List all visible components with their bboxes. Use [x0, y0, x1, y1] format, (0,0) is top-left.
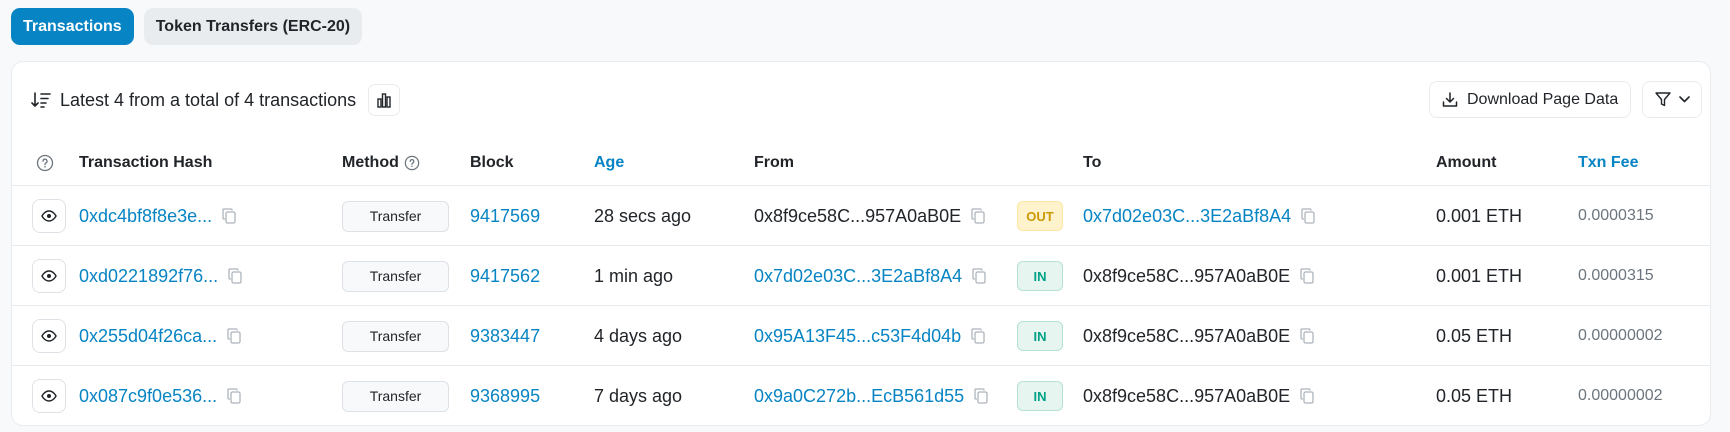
table-header: Transaction Hash Method Block Age From T… — [12, 140, 1710, 186]
block-link[interactable]: 9368995 — [470, 386, 540, 407]
from-address[interactable]: 0x95A13F45...c53F4d04b — [754, 326, 961, 347]
from-address: 0x8f9ce58C...957A0aB0E — [754, 205, 962, 226]
table-row: 0xdc4bf8f8e3e... Transfer 9417569 28 sec… — [12, 186, 1710, 246]
eye-icon — [41, 330, 57, 342]
view-details-button[interactable] — [32, 319, 66, 353]
column-age[interactable]: Age — [594, 140, 624, 186]
filter-dropdown-button[interactable] — [1642, 81, 1702, 118]
copy-icon[interactable] — [1300, 388, 1314, 404]
method-badge: Transfer — [342, 320, 449, 352]
summary-text: Latest 4 from a total of 4 transactions — [60, 89, 357, 110]
column-block: Block — [470, 154, 514, 171]
column-method: Method — [342, 140, 420, 186]
transactions-card: Latest 4 from a total of 4 transactions … — [11, 61, 1711, 426]
column-from: From — [754, 154, 794, 171]
age-text: 4 days ago — [594, 325, 683, 346]
copy-icon[interactable] — [1300, 328, 1314, 344]
filter-icon — [1654, 92, 1671, 107]
to-address: 0x8f9ce58C...957A0aB0E — [1083, 385, 1291, 406]
to-address: 0x8f9ce58C...957A0aB0E — [1083, 325, 1291, 346]
age-text: 7 days ago — [594, 385, 683, 406]
tab-bar: Transactions Token Transfers (ERC-20) — [11, 8, 363, 45]
copy-icon[interactable] — [227, 328, 241, 344]
direction-badge: OUT — [1017, 201, 1063, 231]
column-to: To — [1083, 154, 1102, 171]
method-badge: Transfer — [342, 260, 449, 292]
column-transaction-hash: Transaction Hash — [79, 154, 213, 171]
download-label: Download Page Data — [1467, 90, 1619, 108]
transaction-hash-link[interactable]: 0x087c9f0e536... — [79, 386, 217, 407]
method-badge: Transfer — [342, 380, 449, 412]
direction-badge: IN — [1017, 261, 1063, 291]
table-row: 0x255d04f26ca... Transfer 9383447 4 days… — [12, 306, 1710, 366]
copy-icon[interactable] — [974, 388, 988, 404]
method-badge: Transfer — [342, 200, 449, 232]
txn-fee-text: 0.0000315 — [1578, 207, 1654, 224]
copy-icon[interactable] — [972, 268, 986, 284]
block-link[interactable]: 9417562 — [470, 266, 540, 287]
table-row: 0x087c9f0e536... Transfer 9368995 7 days… — [12, 366, 1710, 426]
block-link[interactable]: 9417569 — [470, 206, 540, 227]
block-link[interactable]: 9383447 — [470, 326, 540, 347]
eye-icon — [41, 270, 57, 282]
chart-button[interactable] — [368, 84, 401, 116]
age-text: 1 min ago — [594, 265, 674, 286]
txn-fee-text: 0.00000002 — [1578, 327, 1663, 344]
copy-icon[interactable] — [971, 328, 985, 344]
copy-icon[interactable] — [971, 208, 985, 224]
table-row: 0xd0221892f76... Transfer 9417562 1 min … — [12, 246, 1710, 306]
amount-text: 0.001 ETH — [1436, 205, 1523, 226]
amount-text: 0.05 ETH — [1436, 325, 1513, 346]
column-method-label: Method — [342, 154, 399, 171]
tab-token-transfers[interactable]: Token Transfers (ERC-20) — [143, 8, 363, 45]
download-page-data-button[interactable]: Download Page Data — [1429, 81, 1632, 118]
copy-icon[interactable] — [1301, 208, 1315, 224]
column-amount: Amount — [1436, 154, 1497, 171]
to-address: 0x8f9ce58C...957A0aB0E — [1083, 265, 1291, 286]
amount-text: 0.05 ETH — [1436, 385, 1513, 406]
amount-text: 0.001 ETH — [1436, 265, 1523, 286]
direction-badge: IN — [1017, 321, 1063, 351]
view-details-button[interactable] — [32, 199, 66, 233]
chevron-down-icon — [1678, 96, 1690, 103]
info-help-icon[interactable] — [36, 140, 54, 186]
from-address[interactable]: 0x7d02e03C...3E2aBf8A4 — [754, 266, 962, 287]
summary-bar: Latest 4 from a total of 4 transactions — [30, 82, 401, 118]
copy-icon[interactable] — [222, 208, 236, 224]
bar-chart-icon — [377, 93, 391, 108]
txn-fee-text: 0.0000315 — [1578, 267, 1654, 284]
download-icon — [1442, 91, 1458, 107]
transaction-hash-link[interactable]: 0x255d04f26ca... — [79, 326, 217, 347]
direction-badge: IN — [1017, 381, 1063, 411]
from-address[interactable]: 0x9a0C272b...EcB561d55 — [754, 386, 964, 407]
eye-icon — [41, 210, 57, 222]
method-help-icon[interactable] — [404, 155, 420, 171]
transaction-hash-link[interactable]: 0xdc4bf8f8e3e... — [79, 206, 212, 227]
transaction-hash-link[interactable]: 0xd0221892f76... — [79, 266, 218, 287]
view-details-button[interactable] — [32, 259, 66, 293]
view-details-button[interactable] — [32, 379, 66, 413]
tab-transactions[interactable]: Transactions — [11, 8, 134, 45]
column-txn-fee[interactable]: Txn Fee — [1578, 140, 1638, 186]
to-address[interactable]: 0x7d02e03C...3E2aBf8A4 — [1083, 206, 1291, 227]
eye-icon — [41, 390, 57, 402]
sort-descending-icon — [30, 89, 52, 111]
copy-icon[interactable] — [228, 268, 242, 284]
copy-icon[interactable] — [227, 388, 241, 404]
txn-fee-text: 0.00000002 — [1578, 387, 1663, 404]
age-text: 28 secs ago — [594, 205, 692, 226]
copy-icon[interactable] — [1300, 268, 1314, 284]
